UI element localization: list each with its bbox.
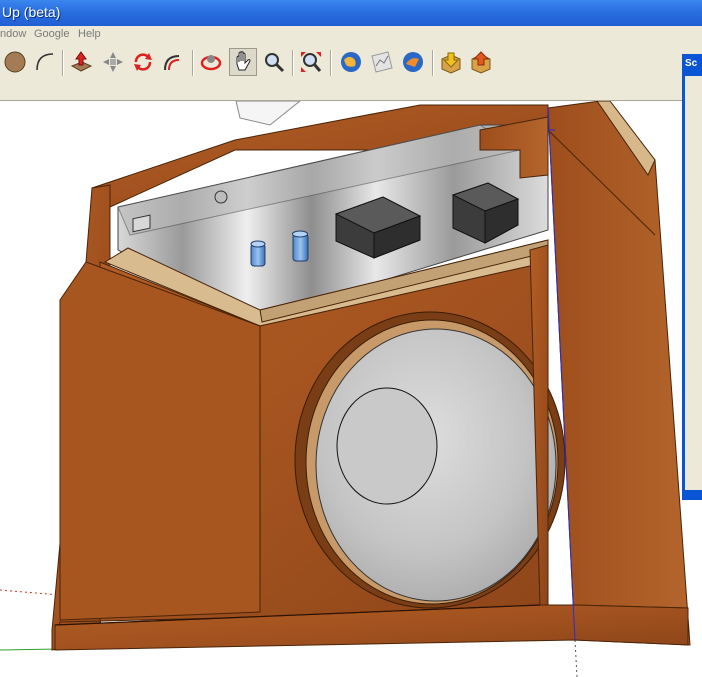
window-title: Up (beta) xyxy=(2,4,61,20)
push-pull-icon xyxy=(70,51,93,72)
scenes-panel[interactable]: Sc xyxy=(682,54,702,500)
arc-icon xyxy=(36,53,54,71)
toggle-terrain-icon xyxy=(371,51,393,73)
move-icon xyxy=(103,52,123,72)
model-viewport[interactable] xyxy=(0,101,702,677)
menu-google[interactable]: Google xyxy=(34,28,69,40)
get-models-button[interactable] xyxy=(438,49,464,75)
share-model-icon xyxy=(471,51,491,74)
place-model-button[interactable] xyxy=(400,49,426,75)
menu-window[interactable]: ndow xyxy=(0,28,26,40)
push-pull-button[interactable] xyxy=(68,49,94,75)
arc-tool-button[interactable] xyxy=(32,49,58,75)
toolbar xyxy=(0,44,702,101)
menu-help[interactable]: Help xyxy=(78,28,101,40)
toolbar-separator xyxy=(432,50,434,76)
rotate-icon xyxy=(134,53,152,71)
get-current-view-icon xyxy=(341,52,361,72)
follow-me-button[interactable] xyxy=(160,49,186,75)
pan-button[interactable] xyxy=(229,48,257,76)
toolbar-separator xyxy=(62,50,64,76)
toolbar-separator xyxy=(330,50,332,76)
circle-tool-button[interactable] xyxy=(2,49,28,75)
rotate-button[interactable] xyxy=(130,49,156,75)
zoom-extents-button[interactable] xyxy=(298,49,324,75)
scenes-panel-title: Sc xyxy=(685,58,698,69)
zoom-icon xyxy=(265,53,285,73)
follow-me-icon xyxy=(164,55,180,71)
get-current-view-button[interactable] xyxy=(338,49,364,75)
place-model-icon xyxy=(403,52,423,72)
circle-icon xyxy=(4,51,26,73)
title-bar: Up (beta) xyxy=(0,0,702,26)
menu-bar: ndow Google Help xyxy=(0,26,702,44)
zoom-button[interactable] xyxy=(261,49,287,75)
zoom-extents-icon xyxy=(301,52,322,72)
pan-icon xyxy=(236,51,251,71)
get-models-icon xyxy=(441,52,461,74)
amplifier-model xyxy=(0,101,691,677)
share-model-button[interactable] xyxy=(468,49,494,75)
toggle-terrain-button[interactable] xyxy=(369,49,395,75)
orbit-button[interactable] xyxy=(198,49,224,75)
toolbar-separator xyxy=(192,50,194,76)
move-button[interactable] xyxy=(100,49,126,75)
scenes-panel-body xyxy=(685,76,702,490)
speaker xyxy=(294,311,566,609)
toolbar-separator xyxy=(292,50,294,76)
orbit-icon xyxy=(200,55,222,71)
capacitor-right xyxy=(292,230,309,262)
capacitor-left xyxy=(250,240,266,267)
